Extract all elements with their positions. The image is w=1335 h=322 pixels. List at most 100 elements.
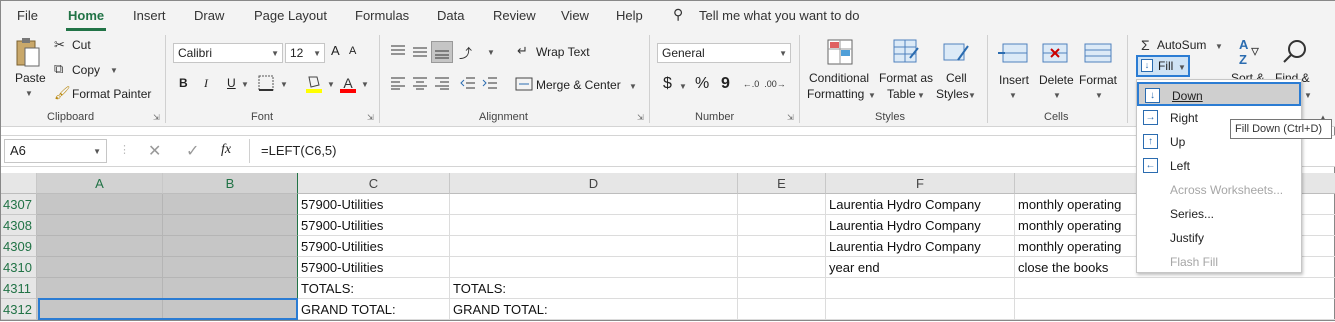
- cell-c[interactable]: 57900-Utilities: [298, 215, 450, 236]
- merge-dropdown-icon[interactable]: ▼: [629, 82, 637, 91]
- fill-color-dropdown-icon[interactable]: ▼: [327, 80, 335, 89]
- insert-cells-icon[interactable]: [997, 39, 1029, 67]
- column-header-c[interactable]: C: [298, 173, 450, 194]
- cell-d[interactable]: TOTALS:: [450, 278, 738, 299]
- format-cells-icon[interactable]: [1083, 39, 1115, 67]
- column-header-a[interactable]: A: [37, 173, 163, 194]
- bold-button[interactable]: B: [179, 76, 188, 90]
- grow-font-icon[interactable]: A: [331, 43, 340, 58]
- column-header-e[interactable]: E: [738, 173, 826, 194]
- fill-menu-justify[interactable]: Justify: [1137, 226, 1301, 250]
- menu-insert[interactable]: Insert: [133, 8, 166, 23]
- merge-center-button[interactable]: Merge & Center: [536, 78, 621, 92]
- cell-e[interactable]: [738, 299, 826, 320]
- font-size-dropdown[interactable]: 12 ▼: [285, 43, 325, 63]
- cell-d[interactable]: [450, 215, 738, 236]
- autosum-dropdown-icon[interactable]: ▼: [1215, 42, 1223, 51]
- format-button[interactable]: Format: [1079, 73, 1117, 87]
- row-header[interactable]: 4310: [1, 257, 37, 278]
- row-header[interactable]: 4309: [1, 236, 37, 257]
- fill-menu-left[interactable]: ← Left: [1137, 154, 1301, 178]
- menu-review[interactable]: Review: [493, 8, 536, 23]
- number-format-dropdown[interactable]: General ▼: [657, 43, 791, 63]
- menu-help[interactable]: Help: [616, 8, 643, 23]
- menu-file[interactable]: File: [17, 8, 38, 23]
- cell-e[interactable]: [738, 257, 826, 278]
- cell-f[interactable]: [826, 278, 1015, 299]
- cell-f[interactable]: Laurentia Hydro Company: [826, 236, 1015, 257]
- cell-c[interactable]: 57900-Utilities: [298, 236, 450, 257]
- tell-me-box[interactable]: Tell me what you want to do: [699, 8, 859, 23]
- menu-home[interactable]: Home: [68, 8, 104, 23]
- currency-button[interactable]: $: [663, 75, 672, 93]
- comma-button[interactable]: 9: [721, 75, 730, 93]
- delete-dropdown-icon[interactable]: ▼: [1053, 91, 1061, 100]
- format-as-table-dropdown-icon[interactable]: ▼: [917, 91, 925, 100]
- clipboard-launcher-icon[interactable]: ⇲: [153, 113, 160, 122]
- borders-dropdown-icon[interactable]: ▼: [280, 80, 288, 89]
- decrease-indent-icon[interactable]: [459, 75, 477, 91]
- funnel-icon[interactable]: ▿: [1251, 41, 1259, 61]
- select-all-corner[interactable]: [1, 173, 37, 194]
- cell-c[interactable]: 57900-Utilities: [298, 257, 450, 278]
- increase-decimal-icon[interactable]: ←.0: [741, 75, 761, 93]
- align-top-icon[interactable]: [389, 43, 407, 59]
- cell-c[interactable]: TOTALS:: [298, 278, 450, 299]
- align-left-icon[interactable]: [389, 75, 407, 91]
- insert-button[interactable]: Insert: [999, 73, 1029, 87]
- menu-data[interactable]: Data: [437, 8, 464, 23]
- cell-styles-label-2[interactable]: Styles: [936, 87, 969, 101]
- cell-b[interactable]: [163, 278, 298, 299]
- cell-e[interactable]: [738, 194, 826, 215]
- column-header-d[interactable]: D: [450, 173, 738, 194]
- row-header[interactable]: 4307: [1, 194, 37, 215]
- search-icon[interactable]: ⚲: [673, 6, 683, 23]
- fill-menu-down[interactable]: ↓ Down: [1137, 82, 1301, 106]
- wrap-text-button[interactable]: Wrap Text: [536, 45, 590, 59]
- percent-button[interactable]: %: [695, 75, 709, 93]
- row-header[interactable]: 4311: [1, 278, 37, 299]
- conditional-formatting-dropdown-icon[interactable]: ▼: [868, 91, 876, 100]
- column-header-f[interactable]: F: [826, 173, 1015, 194]
- increase-indent-icon[interactable]: [481, 75, 499, 91]
- cell-styles-button[interactable]: Cell: [946, 71, 967, 85]
- cell-e[interactable]: [738, 278, 826, 299]
- find-select-dropdown-icon[interactable]: ▼: [1304, 91, 1312, 100]
- cell-b[interactable]: [163, 236, 298, 257]
- name-box[interactable]: A6 ▼: [4, 139, 107, 163]
- delete-cells-icon[interactable]: [1041, 39, 1073, 67]
- format-as-table-icon[interactable]: [891, 37, 921, 67]
- fill-menu-series[interactable]: Series...: [1137, 202, 1301, 226]
- underline-dropdown-icon[interactable]: ▼: [241, 80, 249, 89]
- orientation-icon[interactable]: ⤴: [459, 43, 472, 62]
- font-name-dropdown[interactable]: Calibri ▼: [173, 43, 283, 63]
- find-select-icon[interactable]: [1281, 37, 1309, 65]
- formula-input[interactable]: =LEFT(C6,5): [261, 143, 337, 158]
- italic-button[interactable]: I: [204, 76, 208, 91]
- decrease-decimal-icon[interactable]: .00→: [764, 75, 786, 93]
- cell-c[interactable]: GRAND TOTAL:: [298, 299, 450, 320]
- cell-a[interactable]: [37, 215, 163, 236]
- shrink-font-icon[interactable]: A: [349, 45, 356, 57]
- cell-b[interactable]: [163, 215, 298, 236]
- cell-f[interactable]: year end: [826, 257, 1015, 278]
- cell-styles-icon[interactable]: [941, 37, 971, 67]
- cut-button[interactable]: Cut: [72, 38, 91, 52]
- copy-dropdown-icon[interactable]: ▼: [110, 66, 118, 75]
- format-painter-icon[interactable]: 🖌: [54, 85, 71, 101]
- copy-icon[interactable]: ⧉: [54, 61, 63, 77]
- cell-a[interactable]: [37, 194, 163, 215]
- insert-function-button[interactable]: fx: [221, 142, 231, 158]
- cell-b[interactable]: [163, 194, 298, 215]
- font-color-icon[interactable]: A: [339, 71, 357, 95]
- menu-view[interactable]: View: [561, 8, 589, 23]
- cell-b[interactable]: [163, 257, 298, 278]
- cell-c[interactable]: 57900-Utilities: [298, 194, 450, 215]
- fill-color-icon[interactable]: [305, 73, 323, 95]
- conditional-formatting-button[interactable]: Conditional: [809, 71, 869, 85]
- align-center-icon[interactable]: [411, 75, 429, 91]
- currency-dropdown-icon[interactable]: ▼: [679, 82, 687, 91]
- fill-button[interactable]: ↓ Fill ▼: [1136, 55, 1190, 77]
- cell-e[interactable]: [738, 236, 826, 257]
- wrap-text-icon[interactable]: ↵: [517, 43, 528, 59]
